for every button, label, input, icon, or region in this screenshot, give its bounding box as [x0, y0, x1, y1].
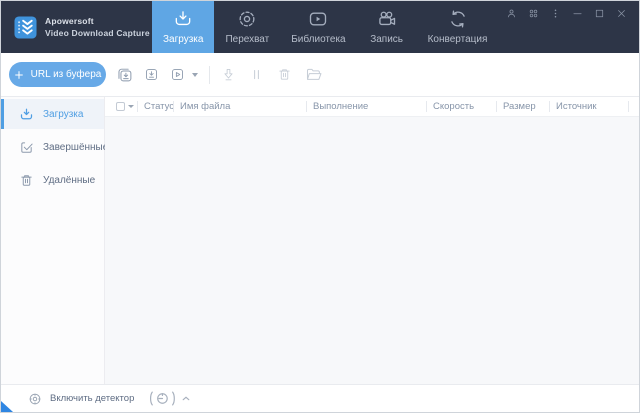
column-label: Источник — [556, 101, 597, 112]
sidebar-item-deleted[interactable]: Удалённые — [1, 165, 104, 195]
delete-button[interactable] — [277, 67, 292, 82]
play-box-icon — [170, 67, 185, 82]
select-all-checkbox[interactable] — [116, 102, 125, 111]
more-menu-icon[interactable] — [550, 8, 561, 19]
sidebar-item-label: Загрузка — [43, 109, 83, 120]
record-camera-icon — [377, 9, 397, 29]
column-header-progress[interactable]: Выполнение — [306, 97, 426, 116]
download-tray-icon — [173, 9, 193, 29]
select-options-caret-icon[interactable] — [128, 105, 134, 108]
app-title: Apowersoft Video Download Capture — [45, 15, 150, 40]
sidebar: Загрузка Завершённые Удалённые — [1, 97, 105, 384]
column-label: Выполнение — [313, 101, 368, 112]
column-label: Размер — [503, 101, 536, 112]
download-all-button[interactable] — [116, 66, 133, 83]
tab-convert[interactable]: Конвертация — [417, 1, 499, 53]
tab-label: Перехват — [225, 34, 269, 45]
download-all-icon — [116, 66, 133, 83]
tab-detect[interactable]: Перехват — [214, 1, 280, 53]
column-header-size[interactable]: Размер — [496, 97, 549, 116]
paste-url-label: URL из буфера — [31, 69, 102, 80]
open-folder-button[interactable] — [305, 66, 322, 83]
download-selected-button[interactable] — [144, 67, 159, 82]
table-header: Статус Имя файла Выполнение Скорость Раз… — [105, 97, 639, 117]
download-list-empty — [105, 117, 639, 384]
download-icon — [19, 107, 34, 122]
brand-product: Video Download Capture — [45, 27, 150, 39]
sidebar-item-completed[interactable]: Завершённые — [1, 132, 104, 162]
sidebar-item-label: Удалённые — [43, 175, 95, 186]
speed-gauge-icon — [148, 390, 177, 407]
apps-icon[interactable] — [528, 8, 539, 19]
tab-label: Загрузка — [163, 34, 203, 45]
toolbar: URL из буфера — [1, 53, 639, 96]
toolbar-divider — [209, 66, 210, 84]
close-icon[interactable] — [616, 8, 627, 19]
trash-icon — [277, 67, 292, 82]
app-logo-icon — [14, 16, 37, 39]
tab-download[interactable]: Загрузка — [152, 1, 214, 53]
window-controls — [506, 1, 639, 19]
play-options-caret-icon[interactable] — [192, 73, 198, 77]
resume-button[interactable] — [221, 67, 236, 82]
select-all-control[interactable] — [105, 102, 137, 111]
corner-accent — [1, 401, 13, 412]
tab-label: Конвертация — [428, 34, 488, 45]
detector-icon — [28, 392, 42, 406]
tab-record[interactable]: Запись — [357, 1, 417, 53]
video-library-icon — [308, 9, 328, 29]
download-actions — [116, 66, 198, 83]
pause-button[interactable] — [249, 67, 264, 82]
column-header-status[interactable]: Статус — [137, 97, 173, 116]
minimize-icon[interactable] — [572, 8, 583, 19]
sidebar-item-label: Завершённые — [43, 142, 108, 153]
resume-download-icon — [221, 67, 236, 82]
paste-url-button[interactable]: URL из буфера — [9, 62, 106, 87]
tab-label: Библиотека — [291, 34, 345, 45]
column-header-spacer — [628, 97, 639, 116]
maximize-icon[interactable] — [594, 8, 605, 19]
caret-up-icon[interactable] — [182, 390, 190, 407]
account-icon[interactable] — [506, 8, 517, 19]
download-list-panel: Статус Имя файла Выполнение Скорость Раз… — [105, 97, 639, 384]
brand-name: Apowersoft — [45, 15, 150, 27]
download-box-icon — [144, 67, 159, 82]
sidebar-item-downloading[interactable]: Загрузка — [1, 99, 104, 129]
task-actions — [221, 66, 322, 83]
plus-icon — [14, 70, 24, 80]
play-task-button[interactable] — [170, 67, 185, 82]
statusbar: Включить детектор — [1, 384, 639, 412]
titlebar: Apowersoft Video Download Capture Загруз… — [1, 1, 639, 53]
tab-label: Запись — [370, 34, 403, 45]
pause-icon — [249, 67, 264, 82]
speed-limiter-control[interactable] — [148, 390, 190, 407]
column-header-speed[interactable]: Скорость — [426, 97, 496, 116]
column-label: Статус — [144, 101, 174, 112]
column-label: Скорость — [433, 101, 474, 112]
app-window: Apowersoft Video Download Capture Загруз… — [0, 0, 640, 413]
folder-open-icon — [305, 66, 322, 83]
column-label: Имя файла — [180, 101, 230, 112]
convert-icon — [448, 9, 468, 29]
completed-check-icon — [19, 140, 34, 155]
target-icon — [237, 9, 257, 29]
main-nav: Загрузка Перехват Библиотека — [152, 1, 498, 53]
column-header-source[interactable]: Источник — [549, 97, 628, 116]
detector-toggle[interactable]: Включить детектор — [50, 393, 134, 404]
app-brand: Apowersoft Video Download Capture — [1, 1, 152, 53]
column-header-filename[interactable]: Имя файла — [173, 97, 306, 116]
tab-library[interactable]: Библиотека — [280, 1, 356, 53]
content-area: Загрузка Завершённые Удалённые — [1, 96, 639, 384]
trash-icon — [19, 173, 34, 188]
